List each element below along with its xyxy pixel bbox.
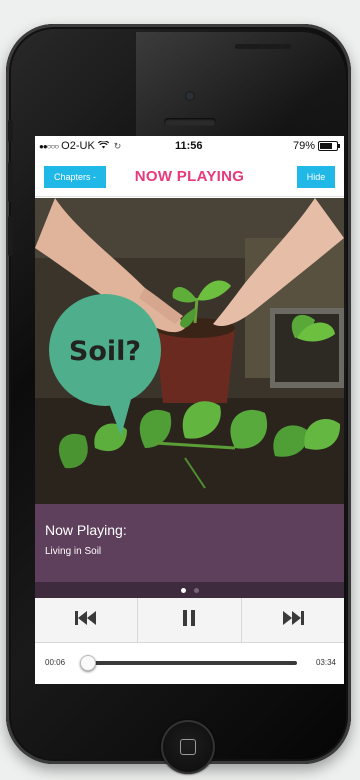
chapters-button[interactable]: Chapters - <box>44 166 106 188</box>
status-bar: ●●○○○ O2-UK ↻ 11:56 79% <box>35 136 344 156</box>
skip-previous-icon <box>74 610 98 631</box>
now-playing-label: Now Playing: <box>45 522 127 538</box>
seek-knob[interactable] <box>80 655 97 671</box>
page-indicator[interactable] <box>35 582 344 598</box>
page-dot[interactable] <box>193 587 199 593</box>
playback-controls <box>35 598 344 643</box>
home-square-icon <box>180 739 196 755</box>
clock: 11:56 <box>175 140 203 152</box>
battery-percent: 79% <box>292 140 315 152</box>
next-button[interactable] <box>242 598 344 642</box>
mute-switch <box>8 120 13 142</box>
screen: ●●○○○ O2-UK ↻ 11:56 79% Chapters - NOW P… <box>35 136 344 684</box>
previous-button[interactable] <box>35 598 139 642</box>
artwork-illustration: Soil? <box>35 198 344 504</box>
power-button <box>235 44 291 49</box>
volume-up-button <box>8 162 13 202</box>
pause-button[interactable] <box>138 598 242 642</box>
battery-group: 79% <box>292 140 340 152</box>
progress-bar-area: 00:06 03:34 <box>35 643 344 684</box>
signal-strength-icon: ●●○○○ <box>39 141 59 151</box>
seek-track[interactable] <box>80 655 297 671</box>
battery-icon <box>318 141 340 151</box>
elapsed-time: 00:06 <box>45 658 66 667</box>
chapter-artwork: Soil? <box>35 198 344 504</box>
sync-icon: ↻ <box>113 140 122 151</box>
carrier-group: ●●○○○ O2-UK ↻ <box>39 140 121 152</box>
home-button[interactable] <box>161 720 215 774</box>
total-time: 03:34 <box>315 658 336 667</box>
earpiece-speaker <box>164 118 216 126</box>
now-playing-panel: Now Playing: Living in Soil <box>35 504 344 582</box>
bubble-text: Soil? <box>69 336 141 367</box>
app-header: Chapters - NOW PLAYING Hide <box>35 156 344 197</box>
skip-next-icon <box>281 610 305 631</box>
hide-button[interactable]: Hide <box>297 166 335 188</box>
carrier-name: O2-UK <box>61 140 95 152</box>
volume-down-button <box>8 216 13 256</box>
track-title: Living in Soil <box>45 546 102 557</box>
front-camera <box>185 91 195 101</box>
wifi-icon <box>97 140 109 152</box>
page-dot[interactable] <box>180 587 186 593</box>
pause-icon <box>181 609 197 632</box>
